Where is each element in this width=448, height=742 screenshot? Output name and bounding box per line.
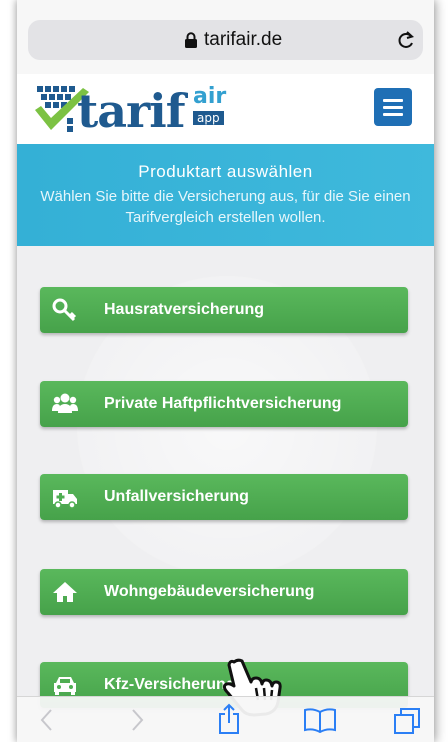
lock-icon <box>185 32 197 48</box>
logo-air-text: air <box>193 84 227 109</box>
hamburger-menu-icon[interactable] <box>374 88 412 126</box>
reload-icon[interactable] <box>396 29 416 51</box>
home-icon <box>53 582 77 602</box>
users-icon <box>52 393 78 413</box>
product-label: Hausratversicherung <box>104 301 265 318</box>
browser-top-bar: tarifair.de <box>17 0 434 74</box>
car-icon <box>54 677 76 695</box>
browser-bottom-toolbar <box>17 696 434 742</box>
product-button-unfall[interactable]: Unfallversicherung <box>40 474 408 520</box>
forward-icon[interactable] <box>129 707 145 733</box>
logo-app-badge: app <box>193 111 224 125</box>
site-header: tarif air app <box>17 74 434 144</box>
product-button-wohngebaeude[interactable]: Wohngebäudeversicherung <box>40 569 408 615</box>
product-label: Wohngebäudeversicherung <box>104 583 315 600</box>
logo-wordmark: tarif <box>77 84 186 138</box>
phone-screen: tarifair.de tarif air app Produktart aus… <box>17 0 434 742</box>
product-button-hausrat[interactable]: Hausratversicherung <box>40 287 408 333</box>
product-list: Hausratversicherung Private Haftpflichtv… <box>17 246 434 708</box>
bookmarks-icon[interactable] <box>303 707 337 733</box>
url-text: tarifair.de <box>204 29 283 50</box>
product-label: Unfallversicherung <box>104 488 249 505</box>
ambulance-icon <box>53 490 77 509</box>
tarifair-logo[interactable]: tarif air app <box>33 80 243 140</box>
product-label: Kfz-Versicherung <box>104 676 236 693</box>
key-icon <box>52 298 77 322</box>
address-bar[interactable]: tarifair.de <box>28 20 423 60</box>
page-subtitle: Wählen Sie bitte die Versicherung aus, f… <box>40 188 411 226</box>
product-button-haftpflicht[interactable]: Private Haftpflichtversicherung <box>40 381 408 427</box>
page-banner: Produktart auswählen Wählen Sie bitte di… <box>17 144 434 246</box>
back-icon[interactable] <box>39 707 55 733</box>
page-title: Produktart auswählen <box>138 162 313 181</box>
share-icon[interactable] <box>217 703 241 735</box>
product-label: Private Haftpflichtversicherung <box>104 395 342 412</box>
tabs-icon[interactable] <box>393 707 421 735</box>
